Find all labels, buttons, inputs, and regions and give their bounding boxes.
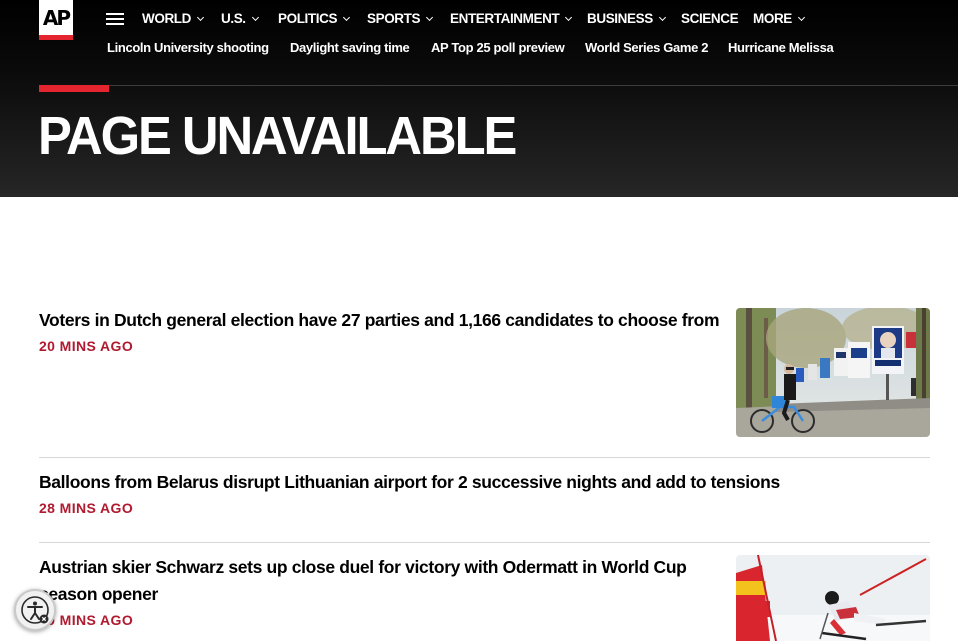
chevron-down-icon [343, 13, 351, 22]
story-item: Balloons from Belarus disrupt Lithuanian… [39, 469, 930, 518]
nav-label: POLITICS [278, 11, 338, 26]
nav-item-sports[interactable]: SPORTS [367, 10, 434, 28]
nav-label: U.S. [221, 11, 246, 26]
chevron-down-icon [565, 13, 573, 22]
story-timestamp: 20 MINS AGO [39, 612, 134, 628]
nav-item-science[interactable]: SCIENCE [681, 10, 739, 28]
nav-label: MORE [753, 11, 792, 26]
story-item: Austrian skier Schwarz sets up close due… [39, 554, 729, 630]
story-divider [39, 542, 930, 543]
trending-link[interactable]: Daylight saving time [290, 39, 410, 57]
trending-link[interactable]: AP Top 25 poll preview [431, 39, 565, 57]
nav-label: BUSINESS [587, 11, 653, 26]
chevron-down-icon [797, 13, 805, 22]
chevron-down-icon [251, 13, 259, 22]
chevron-down-icon [196, 13, 205, 22]
chevron-down-icon [658, 13, 666, 22]
header-divider [39, 85, 958, 86]
site-header: AP WORLD U.S. POLITICS SPORTS ENTERTAINM… [0, 0, 958, 197]
nav-label: SCIENCE [681, 11, 739, 26]
nav-item-world[interactable]: WORLD [142, 10, 205, 28]
story-headline[interactable]: Balloons from Belarus disrupt Lithuanian… [39, 469, 930, 496]
trending-link[interactable]: World Series Game 2 [585, 39, 709, 57]
story-image-skier[interactable] [736, 555, 930, 641]
trending-link[interactable]: Hurricane Melissa [728, 39, 834, 57]
nav-item-business[interactable]: BUSINESS [587, 10, 666, 28]
page-title: PAGE UNAVAILABLE [38, 106, 517, 166]
story-divider [39, 457, 930, 458]
story-timestamp: 28 MINS AGO [39, 500, 134, 516]
accessibility-icon [21, 596, 49, 624]
nav-item-entertainment[interactable]: ENTERTAINMENT [450, 10, 573, 28]
nav-item-us[interactable]: U.S. [221, 10, 259, 28]
chevron-down-icon [426, 13, 434, 22]
hamburger-icon[interactable] [106, 13, 124, 25]
trending-link[interactable]: Lincoln University shooting [107, 39, 269, 57]
skier-race-photo [736, 555, 930, 641]
story-image-cyclist[interactable] [736, 308, 930, 437]
story-headline[interactable]: Austrian skier Schwarz sets up close due… [39, 554, 729, 608]
accessibility-button[interactable] [14, 589, 56, 631]
nav-item-politics[interactable]: POLITICS [278, 10, 351, 28]
accent-bar [39, 85, 109, 92]
nav-label: WORLD [142, 11, 191, 26]
nav-item-more[interactable]: MORE [753, 10, 805, 28]
nav-label: SPORTS [367, 11, 421, 26]
cyclist-election-posters-photo [736, 308, 930, 437]
nav-label: ENTERTAINMENT [450, 11, 560, 26]
ap-logo[interactable]: AP [39, 0, 73, 40]
